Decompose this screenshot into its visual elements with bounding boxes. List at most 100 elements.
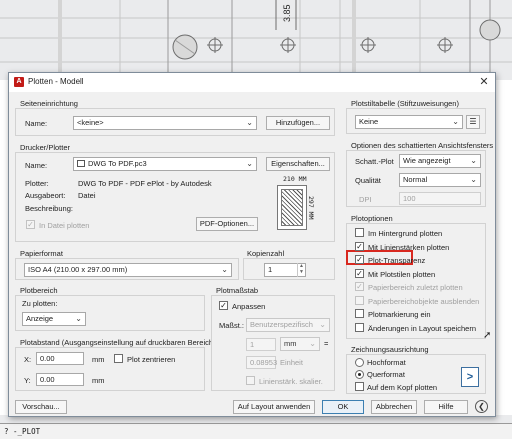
plot-option-checkbox[interactable] xyxy=(355,309,364,318)
printer-properties-button[interactable]: Eigenschaften... xyxy=(266,157,330,171)
plot-dialog: A Plotten - Modell ✕ Seiteneinrichtung N… xyxy=(8,72,496,417)
scale-value2-input[interactable]: 0.08953 xyxy=(246,356,277,369)
beschreibung-label: Beschreibung: xyxy=(25,204,73,213)
kopienzahl-input[interactable]: 1 ▲ ▼ xyxy=(264,263,306,277)
seiteneinrichtung-heading: Seiteneinrichtung xyxy=(20,99,78,108)
edit-plotstyle-icon[interactable]: ☰ xyxy=(466,115,480,129)
y-offset-input[interactable]: 0.00 xyxy=(36,373,84,386)
scale-unit-select[interactable]: mm ⌄ xyxy=(280,337,320,351)
x-offset-input[interactable]: 0.00 xyxy=(36,352,84,365)
preview-sheet xyxy=(277,185,307,230)
seiteneinrichtung-group: Name: <keine> ⌄ Hinzufügen... xyxy=(15,108,335,136)
ausrichtung-heading: Zeichnungsausrichtung xyxy=(351,345,429,354)
equals-sign: = xyxy=(324,339,329,348)
plotmassstab-heading: Plotmaßstab xyxy=(216,286,259,295)
ok-button[interactable]: OK xyxy=(322,400,364,414)
plotter-label: Plotter: xyxy=(25,179,49,188)
papierformat-select[interactable]: ISO A4 (210.00 x 297.00 mm) ⌄ xyxy=(24,263,232,277)
anpassen-checkbox[interactable]: ✓ xyxy=(219,301,228,310)
plotstiltabelle-group: Keine ⌄ ☰ xyxy=(346,108,486,134)
hilfe-button[interactable]: Hilfe xyxy=(424,400,468,414)
papierformat-heading: Papierformat xyxy=(20,249,63,258)
ausgabeort-value: Datei xyxy=(78,191,96,200)
dpi-label: DPI xyxy=(359,195,372,204)
plot-option-checkbox[interactable] xyxy=(355,322,364,332)
plot-option-checkbox[interactable]: ✓ xyxy=(355,268,364,278)
command-line[interactable]: ? -_PLOT xyxy=(0,423,512,439)
collapse-options-icon[interactable]: ❮ xyxy=(475,400,488,413)
querformat-label: Querformat xyxy=(367,370,405,379)
scale-value1-input[interactable]: 1 xyxy=(246,338,276,351)
zu-plotten-label: Zu plotten: xyxy=(22,299,58,308)
printer-icon xyxy=(77,160,85,167)
in-datei-plotten-label: In Datei plotten xyxy=(39,221,90,230)
plot-option-checkbox[interactable]: ✓ xyxy=(355,241,364,251)
plot-option-checkbox[interactable] xyxy=(355,295,364,305)
plot-option-label: Plot-Transparenz xyxy=(368,256,426,265)
plot-option-label: Mit Linienstärken plotten xyxy=(368,242,450,252)
dimension-label: 3.85 xyxy=(282,4,292,22)
plot-option-label: Papierbereichobjekte ausblenden xyxy=(368,296,480,306)
vorschau-button[interactable]: Vorschau... xyxy=(15,400,67,414)
hochformat-radio[interactable] xyxy=(355,358,364,367)
plot-option-checkbox[interactable]: ✓ xyxy=(355,282,364,291)
pdf-options-button[interactable]: PDF-Optionen... xyxy=(196,217,258,231)
auf-layout-anwenden-button[interactable]: Auf Layout anwenden xyxy=(233,400,315,414)
in-datei-plotten-checkbox[interactable]: ✓ xyxy=(26,220,35,229)
querformat-radio[interactable] xyxy=(355,370,364,379)
command-prompt: ? -_PLOT xyxy=(4,427,41,436)
ausgabeort-label: Ausgabeort: xyxy=(25,191,66,200)
schattiert-group: Schatt.-Plot Wie angezeigt ⌄ Qualität Nor… xyxy=(346,150,486,207)
schatt-plot-select[interactable]: Wie angezeigt ⌄ xyxy=(399,154,481,168)
plot-option-checkbox[interactable]: ✓ xyxy=(355,255,364,264)
auf-dem-kopf-label: Auf dem Kopf plotten xyxy=(367,383,438,392)
plot-option-checkbox[interactable] xyxy=(355,228,364,237)
chevron-down-icon: ⌄ xyxy=(75,314,82,323)
plotter-value: DWG To PDF - PDF ePlot - by Autodesk xyxy=(78,179,212,188)
seiteneinrichtung-name-select[interactable]: <keine> ⌄ xyxy=(73,116,257,130)
schatt-plot-label: Schatt.-Plot xyxy=(355,157,394,166)
mouse-cursor-icon: ➚ xyxy=(483,330,492,341)
chevron-down-icon: ⌄ xyxy=(309,339,316,348)
dialog-titlebar[interactable]: A Plotten - Modell ✕ xyxy=(9,73,495,92)
dialog-title: Plotten - Modell xyxy=(28,77,84,86)
chevron-down-icon: ⌄ xyxy=(452,117,459,126)
chevron-down-icon: ⌄ xyxy=(246,118,253,127)
plotoptionen-group: Im Hintergrund plotten ✓ Mit Linienstärken… xyxy=(346,223,486,339)
auf-dem-kopf-checkbox[interactable] xyxy=(355,382,364,391)
preview-hatch xyxy=(281,189,303,226)
plotstiltabelle-heading: Plotstiltabelle (Stiftzuweisungen) xyxy=(351,99,459,108)
scale-unit2-label: Einheit xyxy=(280,358,303,367)
massstab-select[interactable]: Benutzerspezifisch ⌄ xyxy=(246,318,330,332)
chevron-down-icon: ⌄ xyxy=(221,265,228,274)
close-button[interactable]: ✕ xyxy=(477,75,491,89)
x-offset-label: X: xyxy=(24,355,32,364)
drucker-heading: Drucker/Plotter xyxy=(20,143,71,152)
linienstaerk-skalieren-label: Linienstärk. skalier. xyxy=(259,377,323,386)
dpi-input[interactable]: 100 xyxy=(399,192,481,205)
ausrichtung-group: Hochformat Querformat Auf dem Kopf plott… xyxy=(346,354,486,394)
chevron-down-icon: ⌄ xyxy=(470,175,477,184)
zu-plotten-select[interactable]: Anzeige ⌄ xyxy=(22,312,86,326)
qualitaet-label: Qualität xyxy=(355,176,381,185)
qualitaet-select[interactable]: Normal ⌄ xyxy=(399,173,481,187)
plotstiltabelle-select[interactable]: Keine ⌄ xyxy=(355,115,463,129)
preview-width-label: 210 MM xyxy=(283,175,307,183)
orientation-preview-icon: > xyxy=(461,367,479,387)
add-page-setup-button[interactable]: Hinzufügen... xyxy=(266,116,330,130)
y-offset-unit: mm xyxy=(92,376,105,385)
plot-zentrieren-checkbox[interactable] xyxy=(114,354,123,363)
plot-option-label: Papierbereich zuletzt plotten xyxy=(368,283,463,292)
printer-name-select[interactable]: DWG To PDF.pc3 ⌄ xyxy=(73,157,257,171)
plot-option-label: Mit Plotstilen plotten xyxy=(368,269,436,279)
y-offset-label: Y: xyxy=(24,376,31,385)
plotbereich-heading: Plotbereich xyxy=(20,286,58,295)
preview-height-label: 297 MM xyxy=(307,196,315,220)
seiteneinrichtung-name-label: Name: xyxy=(25,119,48,128)
linienstaerk-skalieren-checkbox[interactable] xyxy=(246,376,255,385)
spinner-arrows-icon[interactable]: ▲ ▼ xyxy=(297,263,305,277)
papierformat-group: ISO A4 (210.00 x 297.00 mm) ⌄ xyxy=(15,258,239,280)
massstab-label: Maßst.: xyxy=(219,321,245,330)
printer-name-label: Name: xyxy=(25,161,48,170)
abbrechen-button[interactable]: Abbrechen xyxy=(371,400,417,414)
